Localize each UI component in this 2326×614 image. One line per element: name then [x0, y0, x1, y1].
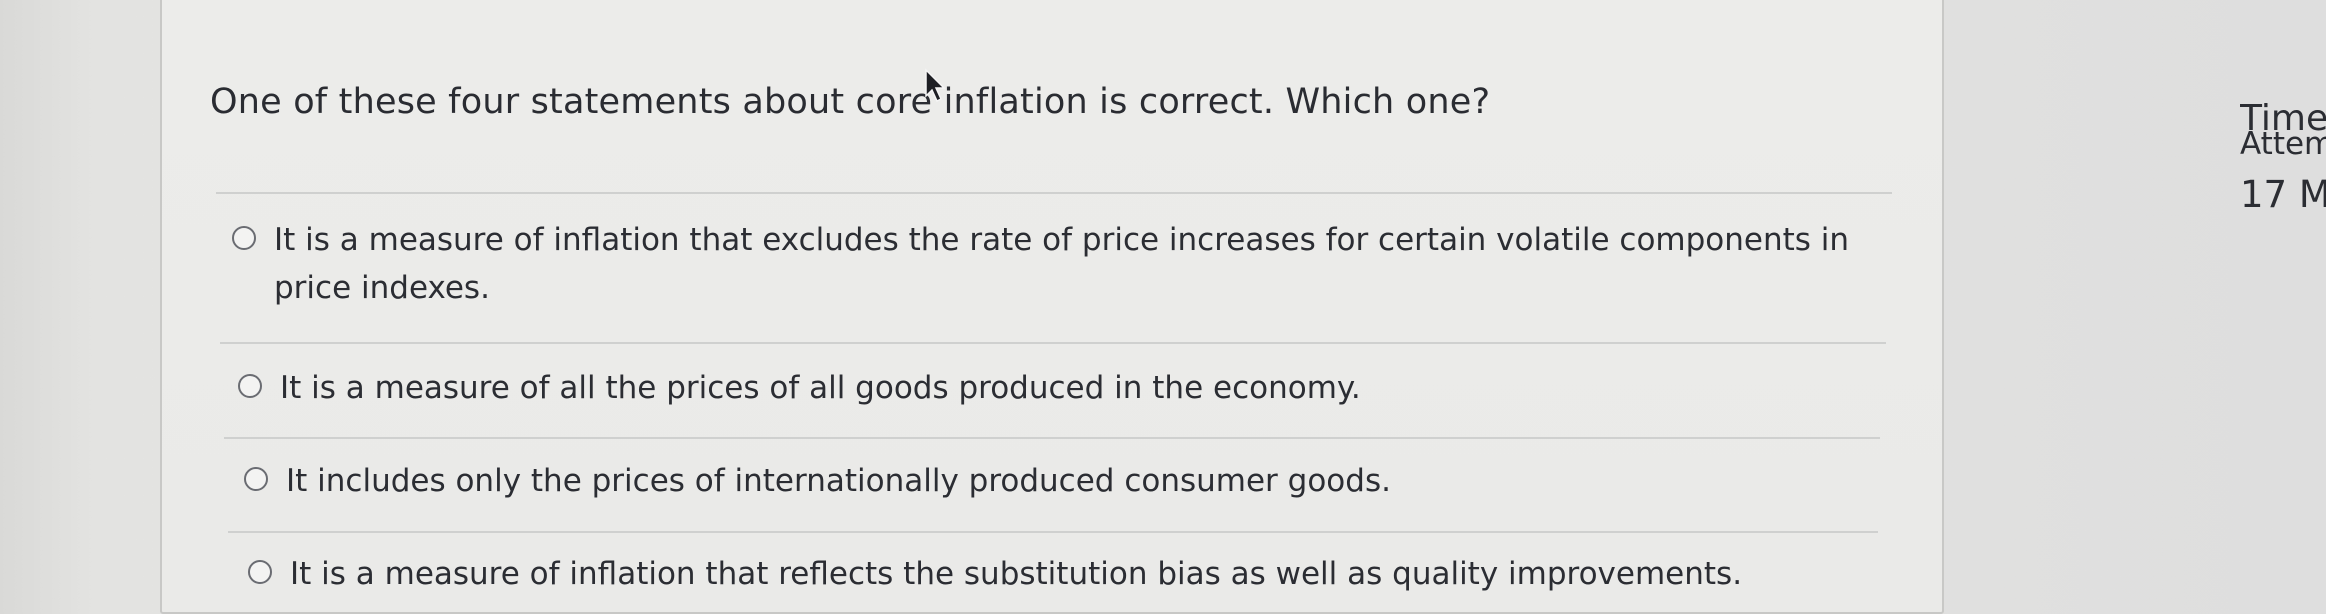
answer-option-1[interactable]: It is a measure of inflation that exclud… — [232, 216, 1872, 312]
answer-option-label: It is a measure of inflation that exclud… — [274, 222, 1850, 306]
option-divider — [228, 531, 1878, 533]
answer-option-label: It is a measure of inflation that reflec… — [290, 556, 1743, 592]
answer-option-4[interactable]: It is a measure of inflation that reflec… — [248, 550, 1864, 598]
question-text: One of these four statements about core … — [210, 82, 1491, 122]
attempt-label: Attem — [2240, 126, 2326, 162]
radio-unchecked-icon[interactable] — [248, 560, 272, 584]
answer-option-label: It is a measure of all the prices of all… — [280, 370, 1361, 406]
option-divider — [220, 342, 1886, 344]
answer-option-2[interactable]: It is a measure of all the prices of all… — [238, 364, 1868, 412]
radio-unchecked-icon[interactable] — [244, 467, 268, 491]
mouse-pointer-icon — [925, 68, 946, 103]
option-divider — [224, 437, 1880, 439]
answer-option-3[interactable]: It includes only the prices of internati… — [244, 457, 1864, 505]
radio-unchecked-icon[interactable] — [232, 226, 256, 250]
question-divider — [216, 192, 1892, 194]
answer-option-label: It includes only the prices of internati… — [286, 463, 1391, 499]
radio-unchecked-icon[interactable] — [238, 374, 262, 398]
attempt-info-panel: Time Attem 17 M — [2240, 0, 2326, 604]
attempt-count: 17 M — [2240, 173, 2326, 216]
